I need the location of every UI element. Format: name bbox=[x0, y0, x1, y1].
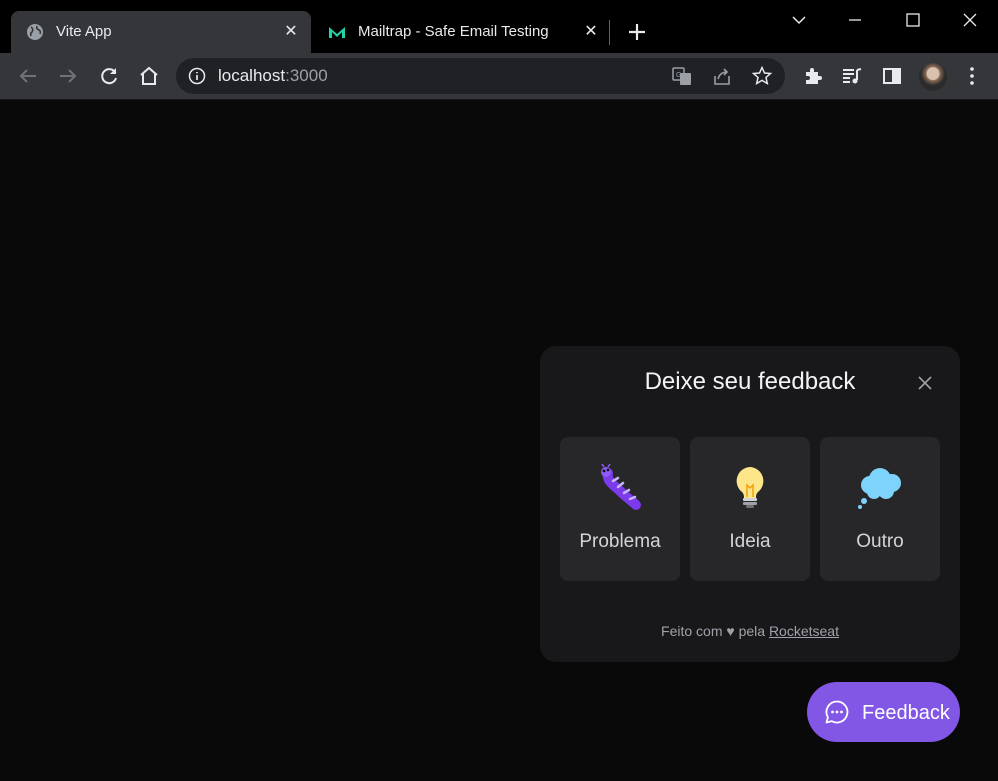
lightbulb-emoji-icon bbox=[736, 467, 764, 508]
close-icon[interactable] bbox=[913, 371, 937, 395]
browser-window: Vite App ✕ Mailtrap - Safe Email Testing… bbox=[0, 0, 998, 781]
option-label: Ideia bbox=[729, 531, 771, 552]
share-icon[interactable] bbox=[711, 65, 733, 87]
profile-avatar[interactable] bbox=[919, 63, 947, 91]
footer-text: Feito com ♥ pela bbox=[661, 623, 769, 639]
more-menu-icon[interactable] bbox=[960, 64, 984, 88]
url-host: localhost bbox=[218, 66, 286, 85]
extensions-puzzle-icon[interactable] bbox=[801, 64, 825, 88]
close-tab-icon[interactable]: ✕ bbox=[581, 22, 601, 42]
site-info-icon[interactable] bbox=[188, 67, 206, 85]
home-icon[interactable] bbox=[137, 64, 161, 88]
bookmark-star-icon[interactable] bbox=[751, 65, 773, 87]
bug-emoji-icon bbox=[601, 463, 641, 510]
option-outro-button[interactable]: Outro bbox=[820, 437, 940, 581]
reload-icon[interactable] bbox=[97, 64, 121, 88]
address-bar[interactable]: localhost:3000 G bbox=[176, 58, 785, 94]
rocketseat-link[interactable]: Rocketseat bbox=[769, 623, 839, 639]
maximize-icon[interactable] bbox=[901, 8, 925, 32]
new-tab-icon[interactable] bbox=[625, 20, 649, 44]
feedback-button-label: Feedback bbox=[862, 702, 950, 724]
option-problema-button[interactable]: Problema bbox=[560, 437, 680, 581]
side-panel-icon[interactable] bbox=[880, 64, 904, 88]
close-window-icon[interactable] bbox=[958, 8, 982, 32]
option-label: Problema bbox=[579, 531, 661, 552]
globe-icon bbox=[27, 24, 43, 40]
back-arrow-icon[interactable] bbox=[16, 64, 40, 88]
svg-text:G: G bbox=[676, 72, 681, 79]
chat-bubble-icon bbox=[825, 700, 849, 724]
forward-arrow-icon[interactable] bbox=[56, 64, 80, 88]
mailtrap-icon bbox=[329, 27, 345, 38]
panel-footer: Feito com ♥ pela Rocketseat bbox=[540, 623, 960, 639]
feedback-button[interactable]: Feedback bbox=[807, 682, 960, 742]
tab-separator bbox=[609, 20, 610, 45]
tab-mailtrap[interactable]: Mailtrap - Safe Email Testing ✕ bbox=[313, 11, 609, 53]
tab-vite-app[interactable]: Vite App ✕ bbox=[11, 11, 311, 53]
translate-icon[interactable]: G bbox=[671, 65, 693, 87]
panel-title: Deixe seu feedback bbox=[644, 368, 856, 395]
option-label: Outro bbox=[856, 531, 904, 552]
browser-toolbar: localhost:3000 G bbox=[0, 53, 998, 100]
minimize-icon[interactable] bbox=[843, 8, 867, 32]
feedback-panel: Deixe seu feedback Problema Ideia Outro … bbox=[540, 346, 960, 662]
url-port: :3000 bbox=[285, 66, 328, 85]
url-text[interactable]: localhost:3000 bbox=[218, 66, 328, 86]
tab-strip: Vite App ✕ Mailtrap - Safe Email Testing… bbox=[0, 0, 998, 53]
close-tab-icon[interactable]: ✕ bbox=[281, 22, 301, 42]
tab-title: Vite App bbox=[56, 23, 112, 40]
option-ideia-button[interactable]: Ideia bbox=[690, 437, 810, 581]
tab-title: Mailtrap - Safe Email Testing bbox=[358, 23, 549, 40]
thought-balloon-emoji-icon bbox=[858, 468, 901, 509]
media-queue-icon[interactable] bbox=[840, 64, 864, 88]
tab-search-chevron-icon[interactable] bbox=[787, 8, 811, 32]
